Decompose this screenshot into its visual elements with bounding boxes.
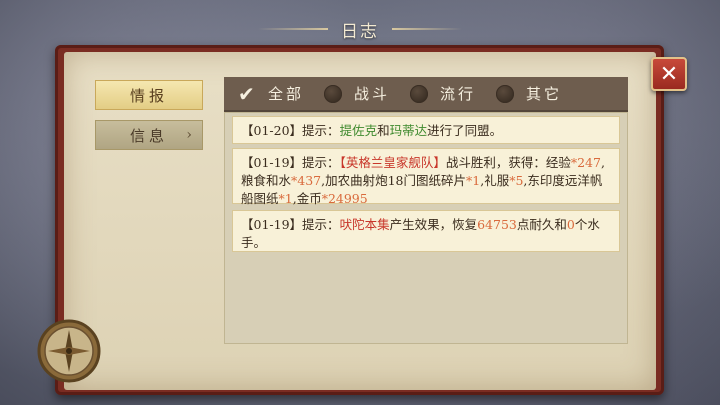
log-text: ,礼服 bbox=[480, 173, 510, 188]
log-text: ,加农曲射炮18门图纸碎片 bbox=[321, 173, 467, 188]
player-name: 提佐克 bbox=[339, 123, 378, 138]
log-date: 【01-20】 bbox=[241, 123, 303, 138]
radio-icon bbox=[324, 84, 342, 103]
reward-amount: *1 bbox=[466, 173, 481, 188]
log-text: 战斗胜利，获得：经验 bbox=[445, 155, 571, 170]
log-prefix: 提示： bbox=[302, 123, 340, 138]
tab-label: 流行 bbox=[440, 85, 477, 103]
reward-amount: 64753 bbox=[477, 217, 517, 232]
reward-amount: *247 bbox=[570, 155, 601, 170]
log-text: 点耐久和 bbox=[516, 217, 567, 232]
title-divider-left bbox=[258, 28, 328, 30]
tab-label: 全部 bbox=[268, 85, 305, 103]
sidebar-item-label: 情报 bbox=[129, 86, 168, 105]
log-date: 【01-19】 bbox=[241, 155, 303, 170]
sidebar-item-info[interactable]: 信息 › bbox=[95, 120, 203, 150]
log-prefix: 提示： bbox=[302, 155, 340, 170]
log-prefix: 提示： bbox=[302, 217, 340, 232]
title-divider-right bbox=[392, 28, 462, 30]
player-name: 玛蒂达 bbox=[389, 123, 428, 138]
radio-icon bbox=[496, 84, 514, 103]
log-text: ,金币 bbox=[292, 191, 322, 206]
close-button[interactable]: ✕ bbox=[651, 57, 687, 91]
tab-label: 战斗 bbox=[354, 85, 391, 103]
window-title-bar: 日志 bbox=[258, 14, 462, 44]
log-date: 【01-19】 bbox=[241, 217, 303, 232]
tab-other[interactable]: 其它 bbox=[482, 77, 568, 110]
close-icon: ✕ bbox=[659, 61, 679, 87]
radio-icon bbox=[410, 84, 428, 103]
log-entry: 【01-19】提示：【英格兰皇家舰队】战斗胜利，获得：经验*247,粮食和水*4… bbox=[232, 148, 620, 206]
tab-trend[interactable]: 流行 bbox=[396, 77, 482, 110]
tab-all[interactable]: ✔ 全部 bbox=[224, 77, 310, 110]
reward-amount: *437 bbox=[291, 173, 322, 188]
sidebar-item-label: 信息 bbox=[129, 126, 168, 145]
window-title: 日志 bbox=[341, 21, 379, 42]
reward-amount: 0 bbox=[566, 217, 575, 232]
reward-amount: *24995 bbox=[321, 191, 368, 206]
log-entry: 【01-20】提示：提佐克和玛蒂达进行了同盟。 bbox=[232, 116, 620, 144]
tab-label: 其它 bbox=[526, 85, 563, 103]
sidebar-item-intel[interactable]: 情报 bbox=[95, 80, 203, 110]
log-text: 和 bbox=[377, 123, 390, 138]
item-name: 吠陀本集 bbox=[339, 217, 390, 232]
log-text: 产生效果，恢复 bbox=[389, 217, 478, 232]
fleet-name: 【英格兰皇家舰队】 bbox=[339, 155, 446, 170]
reward-amount: *5 bbox=[509, 173, 524, 188]
checkmark-icon: ✔ bbox=[238, 81, 258, 106]
compass-icon bbox=[37, 319, 101, 383]
log-entry: 【01-19】提示：吠陀本集产生效果，恢复64753点耐久和0个水手。 bbox=[232, 210, 620, 252]
filter-tabs: ✔ 全部 战斗 流行 其它 bbox=[224, 77, 628, 112]
reward-amount: *1 bbox=[278, 191, 293, 206]
chevron-right-icon: › bbox=[186, 127, 192, 143]
log-text: 进行了同盟。 bbox=[427, 123, 503, 138]
tab-battle[interactable]: 战斗 bbox=[310, 77, 396, 110]
